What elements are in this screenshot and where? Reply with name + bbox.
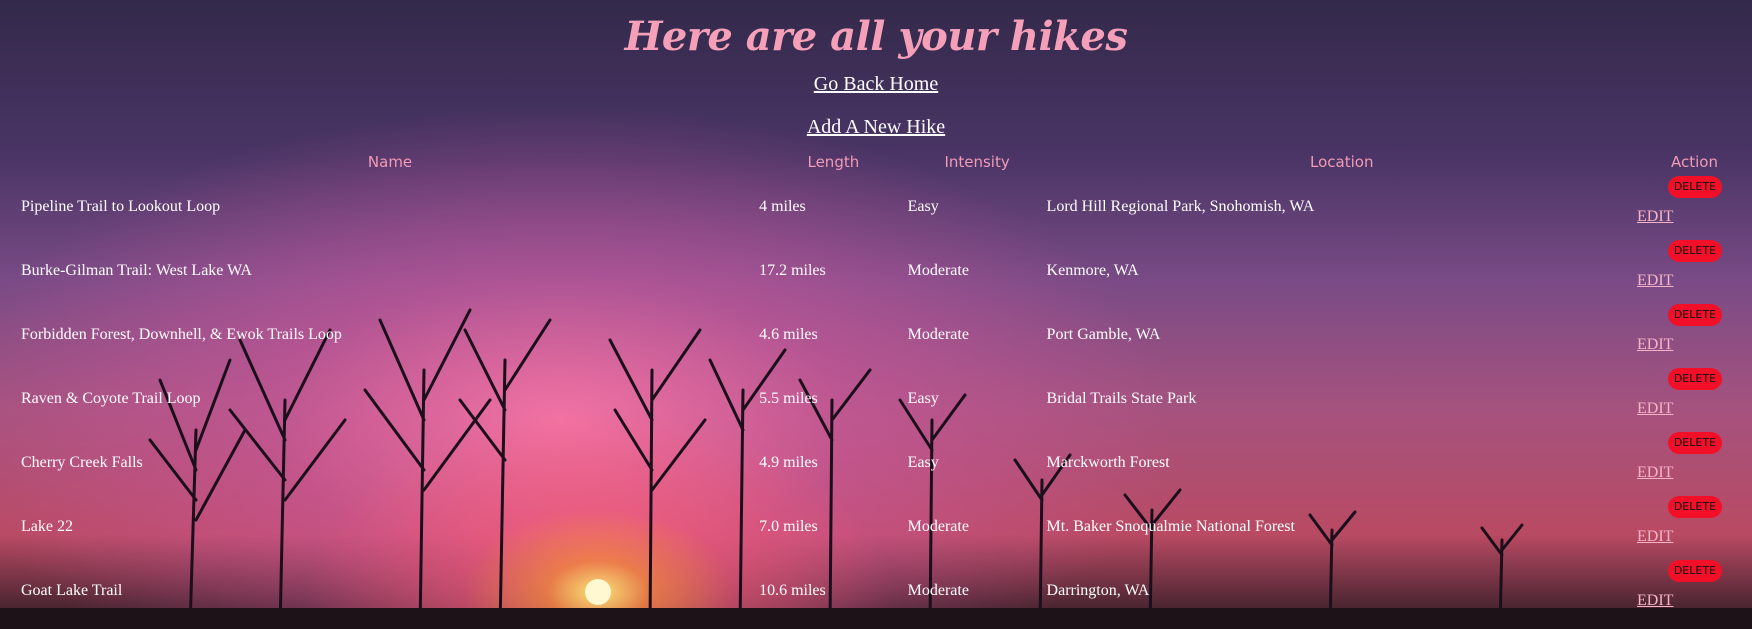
header-name: Name	[367, 153, 413, 171]
hike-length: 10.6 miles	[759, 582, 826, 599]
edit-link[interactable]: EDIT	[1637, 400, 1673, 418]
hike-intensity: Easy	[907, 390, 939, 407]
table-row: Forbidden Forest, Downhell, & Ewok Trail…	[0, 303, 1752, 367]
table-row: Goat Lake Trail 10.6 miles Moderate Darr…	[0, 559, 1752, 623]
edit-link[interactable]: EDIT	[1637, 272, 1673, 290]
delete-button[interactable]: DELETE	[1667, 432, 1722, 454]
hike-length: 4.6 miles	[759, 326, 818, 343]
hike-actions: DELETE EDIT	[1637, 559, 1752, 623]
table-header-row: Name Length Intensity Location Action	[0, 149, 1752, 175]
hike-intensity: Moderate	[907, 582, 969, 599]
table-row: Raven & Coyote Trail Loop 5.5 miles Easy…	[0, 367, 1752, 431]
hike-actions: DELETE EDIT	[1637, 431, 1752, 495]
delete-button[interactable]: DELETE	[1667, 560, 1722, 582]
header-location: Location	[1310, 153, 1374, 171]
edit-link[interactable]: EDIT	[1637, 528, 1673, 546]
edit-link[interactable]: EDIT	[1637, 336, 1673, 354]
edit-link[interactable]: EDIT	[1637, 592, 1673, 610]
header-intensity: Intensity	[944, 153, 1010, 171]
hike-location: Bridal Trails State Park	[1046, 390, 1197, 407]
hike-name: Raven & Coyote Trail Loop	[21, 390, 201, 407]
hike-length: 7.0 miles	[759, 518, 818, 535]
hike-name: Pipeline Trail to Lookout Loop	[21, 198, 221, 215]
hike-location: Lord Hill Regional Park, Snohomish, WA	[1046, 198, 1315, 215]
hike-length: 17.2 miles	[759, 262, 826, 279]
hike-intensity: Moderate	[907, 262, 969, 279]
hike-intensity: Easy	[907, 454, 939, 471]
delete-button[interactable]: DELETE	[1667, 304, 1722, 326]
page-content: Here are all your hikes Go Back Home Add…	[0, 0, 1752, 609]
page-title: Here are all your hikes	[624, 13, 1128, 60]
hike-intensity: Easy	[907, 198, 939, 215]
hike-intensity: Moderate	[907, 518, 969, 535]
delete-button[interactable]: DELETE	[1667, 176, 1722, 198]
hike-actions: DELETE EDIT	[1637, 239, 1752, 303]
hikes-table: Name Length Intensity Location Action Pi…	[0, 149, 1752, 623]
hike-name: Burke-Gilman Trail: West Lake WA	[21, 262, 252, 279]
hike-intensity: Moderate	[907, 326, 969, 343]
delete-button[interactable]: DELETE	[1667, 240, 1722, 262]
add-new-hike-link[interactable]: Add A New Hike	[0, 115, 1752, 139]
hike-location: Darrington, WA	[1046, 582, 1150, 599]
hike-length: 5.5 miles	[759, 390, 818, 407]
hike-name: Forbidden Forest, Downhell, & Ewok Trail…	[21, 326, 342, 343]
hike-actions: DELETE EDIT	[1637, 367, 1752, 431]
hike-location: Kenmore, WA	[1046, 262, 1139, 279]
hike-location: Mt. Baker Snoqualmie National Forest	[1046, 518, 1295, 535]
hike-location: Port Gamble, WA	[1046, 326, 1161, 343]
edit-link[interactable]: EDIT	[1637, 464, 1673, 482]
go-back-home-link[interactable]: Go Back Home	[0, 72, 1752, 96]
hike-name: Cherry Creek Falls	[21, 454, 143, 471]
hike-length: 4.9 miles	[759, 454, 818, 471]
hike-actions: DELETE EDIT	[1637, 303, 1752, 367]
table-row: Cherry Creek Falls 4.9 miles Easy Marckw…	[0, 431, 1752, 495]
table-row: Lake 22 7.0 miles Moderate Mt. Baker Sno…	[0, 495, 1752, 559]
header-action: Action	[1671, 153, 1718, 171]
hike-actions: DELETE EDIT	[1637, 495, 1752, 559]
delete-button[interactable]: DELETE	[1667, 496, 1722, 518]
delete-button[interactable]: DELETE	[1667, 368, 1722, 390]
edit-link[interactable]: EDIT	[1637, 208, 1673, 226]
table-row: Pipeline Trail to Lookout Loop 4 miles E…	[0, 175, 1752, 239]
hike-length: 4 miles	[759, 198, 806, 215]
hike-name: Goat Lake Trail	[21, 582, 123, 599]
header-length: Length	[807, 153, 860, 171]
hike-actions: DELETE EDIT	[1637, 175, 1752, 239]
hike-name: Lake 22	[21, 518, 73, 535]
hike-location: Marckworth Forest	[1046, 454, 1170, 471]
table-row: Burke-Gilman Trail: West Lake WA 17.2 mi…	[0, 239, 1752, 303]
